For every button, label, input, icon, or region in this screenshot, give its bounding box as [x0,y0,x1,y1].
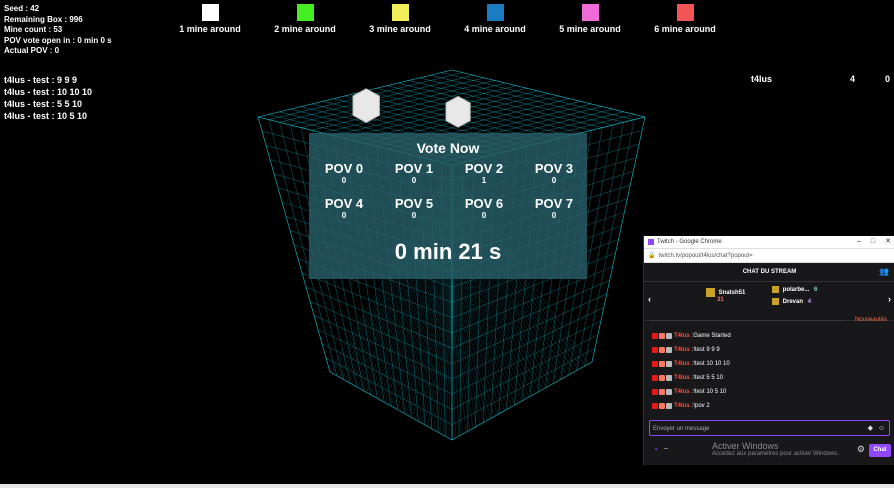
vote-title: Vote Now [416,140,480,156]
legend-item: 2 mine around [260,4,350,34]
bits-icon[interactable]: ◆ [868,421,873,437]
legend-swatch [201,4,219,21]
chevron-right-icon[interactable]: › [888,294,891,304]
legend-swatch [486,4,504,21]
scoreboard-fails: 0 [885,74,891,84]
emote-icon[interactable]: ☺ [878,421,885,437]
chat-message: T4lus: !test 10 10 10 [644,357,894,371]
leader-entry[interactable]: Drevan 4 [772,298,811,305]
pov-option: POV 30 [534,161,574,186]
gift-icon [772,286,779,293]
chat-messages: T4lus: Game Started T4lus: !test 9 9 9 T… [644,329,894,413]
badges [652,375,672,381]
twitch-logo-icon [648,239,654,245]
badges [652,403,672,409]
leader-entry[interactable]: polarbe... 6 [772,286,817,293]
legend-item: 4 mine around [450,4,540,34]
pov-option: POV 70 [534,196,574,221]
chat-message: T4lus: Game Started [644,329,894,343]
pov-option: POV 50 [394,196,434,221]
url-bar[interactable]: 🔒 twitch.tv/popout/t4lus/chat?popout= [644,248,894,263]
badges [652,361,672,367]
legend-swatch [391,4,409,21]
gift-icon [772,298,779,305]
chat-title: CHAT DU STREAM [742,269,797,275]
lock-icon: 🔒 [648,253,656,259]
channel-points-value: -- [664,446,668,452]
scoreboard-score: 4 [850,74,856,84]
window-titlebar: Twitch - Google Chrome – □ ✕ [644,236,894,248]
revealed-box[interactable] [352,88,380,123]
log-line: t4lus - test : 10 5 10 [4,111,88,121]
log-line: t4lus - test : 5 5 10 [4,99,83,109]
new-messages-label: Nouveautés [854,317,887,323]
badges [652,333,672,339]
pov-option: POV 40 [324,196,364,221]
taskbar-strip [0,484,894,488]
window-title: Twitch - Google Chrome [657,239,722,245]
pov-option: POV 21 [464,161,504,186]
badges [652,389,672,395]
maximize-icon[interactable]: □ [871,236,875,248]
legend-item: 6 mine around [640,4,730,34]
log-line: t4lus - test : 10 10 10 [4,87,93,97]
minimize-icon[interactable]: – [857,236,861,248]
chat-message: T4lus: !test 9 9 9 [644,343,894,357]
chat-footer: ◔ -- Activer Windows Accédez aux paramèt… [644,441,894,461]
chat-input[interactable]: Envoyer un message ◆ ☺ [649,420,890,436]
mine-color-legend: 1 mine around 2 mine around 3 mine aroun… [0,4,894,40]
revealed-box[interactable] [445,95,471,128]
chat-header: CHAT DU STREAM 👥 [644,263,894,282]
vote-panel: Vote Now POV 00 POV 10 POV 21 POV 30 POV… [309,133,587,279]
legend-swatch [676,4,694,21]
channel-points-icon[interactable]: ◔ [653,445,658,454]
url-text: twitch.tv/popout/t4lus/chat?popout= [658,252,753,259]
legend-swatch [296,4,314,21]
command-log: t4lus - test : 9 9 9 t4lus - test : 10 1… [4,74,92,122]
activate-windows-watermark: Activer Windows Accédez aux paramètres p… [712,441,840,457]
gift-icon [706,288,715,297]
users-icon[interactable]: 👥 [879,263,889,281]
pov-option: POV 10 [394,161,434,186]
chat-send-button[interactable]: Chat [869,444,891,457]
chat-message: T4lus: !pov 2 [644,399,894,413]
legend-item: 5 mine around [545,4,635,34]
log-line: t4lus - test : 9 9 9 [4,75,78,85]
chat-message: T4lus: !test 10 5 10 [644,385,894,399]
gift-leaderboard: ‹ › Snatsh51 31 polarbe... 6 Drevan 4 [644,282,894,321]
legend-item: 1 mine around [165,4,255,34]
pov-option: POV 00 [324,161,364,186]
close-icon[interactable]: ✕ [885,236,891,248]
legend-swatch [581,4,599,21]
divider [650,320,845,321]
leader-entry[interactable]: Snatsh51 31 [706,288,745,303]
legend-item: 3 mine around [355,4,445,34]
badges [652,347,672,353]
twitch-chat-window: Twitch - Google Chrome – □ ✕ 🔒 twitch.tv… [643,236,894,465]
chevron-left-icon[interactable]: ‹ [648,294,651,304]
actual-pov-text: Actual POV : 0 [4,46,60,55]
settings-gear-icon[interactable]: ⚙ [857,444,865,455]
pov-option: POV 60 [464,196,504,221]
scoreboard-player: t4lus [751,74,773,84]
chat-message: T4lus: !test 5 5 10 [644,371,894,385]
vote-timer: 0 min 21 s [394,239,502,264]
